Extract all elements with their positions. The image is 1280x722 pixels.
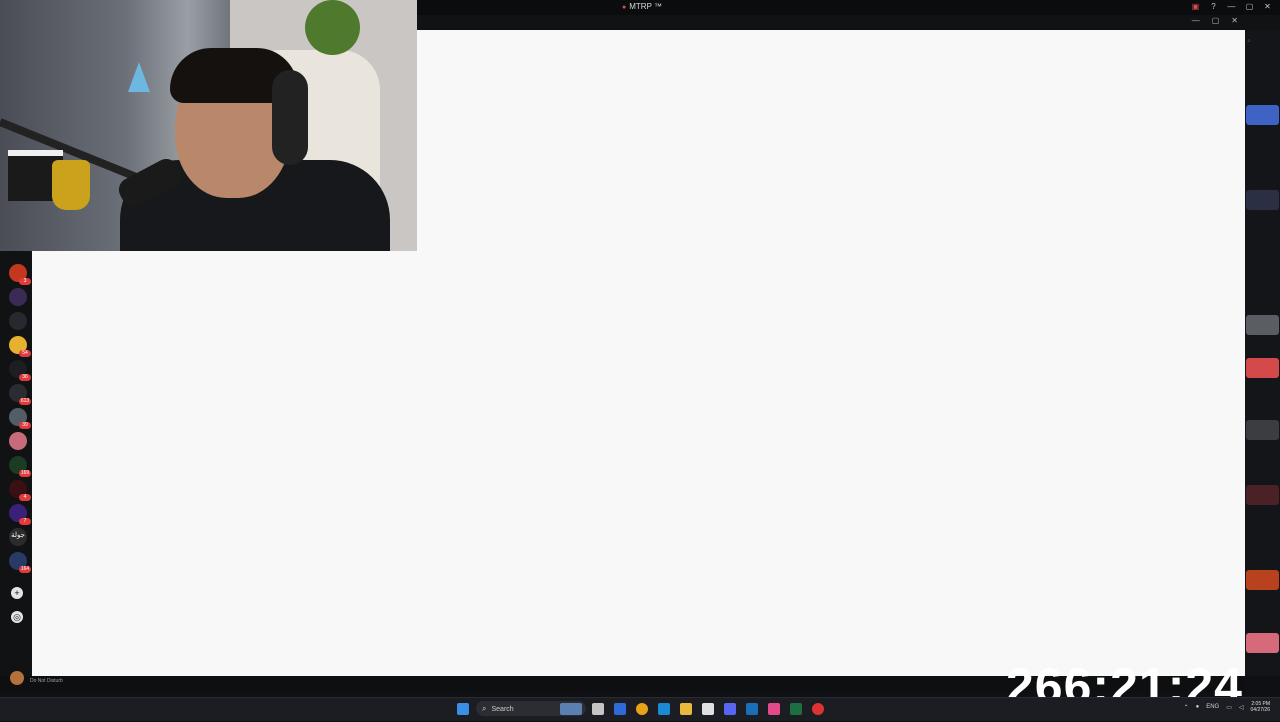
volume-icon[interactable]: ◁: [1239, 704, 1244, 711]
close-icon[interactable]: ✕: [1263, 2, 1272, 11]
task-view-icon[interactable]: [592, 703, 604, 715]
server-icon-server-8[interactable]: [9, 432, 27, 450]
blank-popup-overlay-left: [32, 251, 417, 676]
mention-badge: 613: [19, 398, 31, 405]
webcam-headphones: [272, 70, 308, 165]
clock[interactable]: 2:05 PM 04/27/26: [1251, 701, 1270, 713]
microphone-icon[interactable]: ●: [1196, 704, 1200, 710]
app-icon[interactable]: [746, 703, 758, 715]
user-status-text: Do Not Disturb: [30, 678, 63, 684]
file-explorer-icon[interactable]: [680, 703, 692, 715]
blank-popup-overlay: [417, 30, 1245, 676]
chevron-up-icon[interactable]: ⌃: [1184, 704, 1189, 711]
windows-start-icon[interactable]: [457, 703, 469, 715]
server-rail: 3 54 36 613 39 169 4 7 جولة 164 + ◎: [0, 251, 32, 676]
server-icon-server-10[interactable]: 4: [9, 480, 31, 501]
inner-maximize-icon[interactable]: ▢: [1212, 16, 1220, 25]
server-icon-server-1[interactable]: 3: [9, 264, 31, 285]
window-title: ● MTRP ™: [622, 2, 662, 11]
server-icon-server-2[interactable]: [9, 288, 27, 306]
mention-badge: 3: [19, 278, 31, 285]
member-avatar[interactable]: [1246, 315, 1279, 335]
inner-close-icon[interactable]: ✕: [1231, 16, 1238, 25]
windows-taskbar: ⌕ Search ⌃ ● ENG ▭ ◁ 2:05 PM 04/27/26: [0, 697, 1280, 721]
help-icon[interactable]: ?: [1209, 2, 1218, 11]
app-icon[interactable]: [768, 703, 780, 715]
system-tray: ⌃ ● ENG ▭ ◁ 2:05 PM 04/27/26: [1184, 701, 1270, 713]
server-label: جولة: [11, 532, 25, 539]
member-avatar[interactable]: [1246, 105, 1279, 125]
add-server-icon[interactable]: +: [11, 587, 23, 599]
server-icon-server-7[interactable]: 39: [9, 408, 31, 429]
member-avatar[interactable]: [1246, 633, 1279, 653]
server-icon-server-11[interactable]: 7: [9, 504, 31, 525]
mention-badge: 54: [19, 350, 31, 357]
server-icon-server-4[interactable]: 54: [9, 336, 31, 357]
inner-minimize-icon[interactable]: —: [1192, 16, 1200, 25]
obs-icon[interactable]: [812, 703, 824, 715]
mention-badge: 4: [19, 494, 31, 501]
avatar[interactable]: [10, 671, 24, 685]
mention-badge: 39: [19, 422, 31, 429]
mention-badge: 7: [19, 518, 31, 525]
member-avatar[interactable]: [1246, 485, 1279, 505]
discover-icon[interactable]: ◎: [11, 611, 23, 623]
maximize-icon[interactable]: ▢: [1245, 2, 1254, 11]
search-icon[interactable]: ⌕: [1247, 38, 1251, 46]
member-list-rail: ⌕: [1245, 30, 1280, 676]
member-avatar[interactable]: [1246, 570, 1279, 590]
inner-window-bar: — ▢ ✕: [417, 15, 1280, 30]
network-icon[interactable]: ▭: [1226, 704, 1232, 711]
member-avatar[interactable]: [1246, 358, 1279, 378]
copilot-icon[interactable]: [614, 703, 626, 715]
webcam-plant: [305, 0, 360, 55]
server-icon-server-6[interactable]: 613: [9, 384, 31, 405]
server-icon-server-12[interactable]: جولة: [9, 528, 27, 546]
news-widget-icon[interactable]: [560, 703, 582, 715]
minimize-icon[interactable]: —: [1227, 2, 1236, 11]
member-avatar[interactable]: [1246, 190, 1279, 210]
edge-icon[interactable]: [658, 703, 670, 715]
mention-badge: 36: [19, 374, 31, 381]
store-icon[interactable]: [702, 703, 714, 715]
excel-icon[interactable]: [790, 703, 802, 715]
server-icon-server-9[interactable]: 169: [9, 456, 31, 477]
server-icon-server-5[interactable]: 36: [9, 360, 31, 381]
search-icon: ⌕: [482, 704, 487, 713]
webcam-feed: [0, 0, 417, 251]
server-icon-server-13[interactable]: 164: [9, 552, 31, 573]
mention-badge: 164: [19, 566, 31, 573]
server-icon-server-3[interactable]: [9, 312, 27, 330]
webcam-trophy: [52, 160, 90, 210]
mention-badge: 169: [19, 470, 31, 477]
recording-dot-icon: ●: [622, 4, 627, 11]
webcam-party-hat: [128, 62, 150, 92]
discord-icon[interactable]: [724, 703, 736, 715]
notification-icon[interactable]: ▣: [1191, 2, 1200, 11]
member-avatar[interactable]: [1246, 420, 1279, 440]
chrome-icon[interactable]: [636, 703, 648, 715]
language-indicator[interactable]: ENG: [1206, 704, 1219, 710]
clock-date: 04/27/26: [1250, 707, 1270, 713]
